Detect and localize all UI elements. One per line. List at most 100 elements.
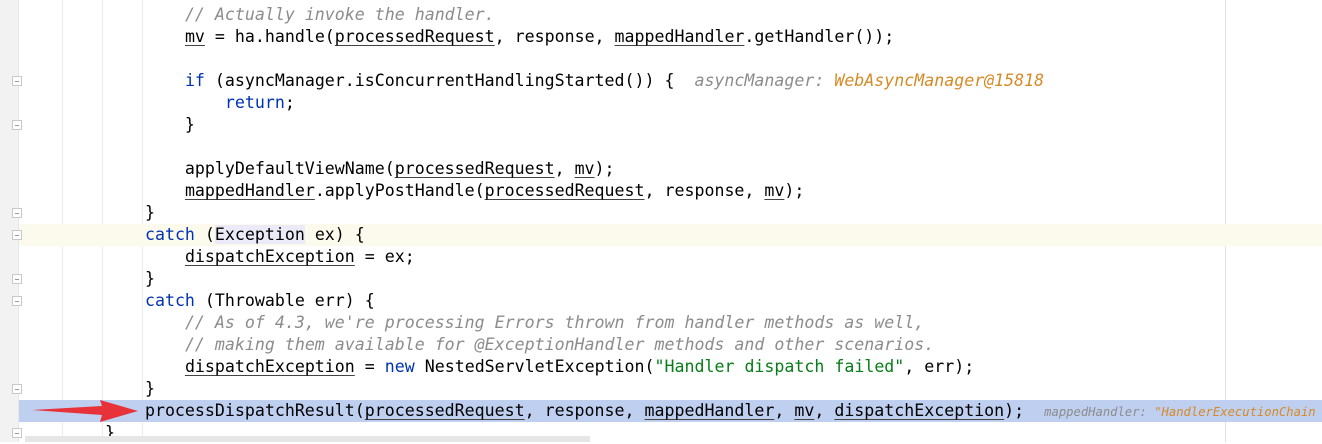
debug-hint-value: WebAsyncManager@15818: [834, 71, 1045, 90]
debug-hint-label: asyncManager:: [694, 71, 835, 90]
code-text: mv = ha.handle(processedRequest, respons…: [105, 26, 894, 48]
code-line[interactable]: catch (Throwable err) {: [19, 290, 1322, 312]
code-token: );: [594, 159, 615, 178]
keyword: return: [224, 93, 285, 112]
code-line[interactable]: }: [19, 114, 1322, 136]
code-token: mv: [184, 27, 205, 46]
code-text: }: [105, 202, 155, 224]
fold-marker-icon[interactable]: [12, 230, 22, 240]
editor-gutter[interactable]: [0, 0, 18, 442]
code-token: NestedServletException(: [414, 357, 655, 376]
code-token: Exception: [214, 225, 305, 244]
code-token: }: [105, 379, 155, 398]
code-text: dispatchException = new NestedServletExc…: [105, 356, 974, 378]
code-line[interactable]: dispatchException = ex;: [19, 246, 1322, 268]
comment: // making them available for @ExceptionH…: [184, 335, 935, 354]
code-token: ,: [554, 159, 575, 178]
code-token: );: [1004, 401, 1045, 420]
code-token: mv: [574, 159, 595, 178]
horizontal-scrollbar[interactable]: [25, 436, 590, 442]
code-text: processDispatchResult(processedRequest, …: [105, 400, 1316, 422]
code-token: = ex;: [354, 247, 415, 266]
code-token: processedRequest: [484, 181, 645, 200]
code-token: processDispatchResult(: [105, 401, 365, 420]
code-line[interactable]: return;: [19, 92, 1322, 114]
code-line[interactable]: [19, 48, 1322, 70]
comment: // Actually invoke the handler.: [184, 5, 495, 24]
code-line[interactable]: [19, 136, 1322, 158]
debug-hint-value: "HandlerExecutionChain: [1154, 405, 1316, 419]
caret-line[interactable]: catch (Exception ex) {: [19, 224, 1322, 246]
code-text: return;: [105, 92, 295, 114]
code-text: mappedHandler.applyPostHandle(processedR…: [105, 180, 804, 202]
fold-marker-icon[interactable]: [12, 274, 22, 284]
code-line[interactable]: // making them available for @ExceptionH…: [19, 334, 1322, 356]
code-token: .applyPostHandle(: [314, 181, 485, 200]
code-line[interactable]: applyDefaultViewName(processedRequest, m…: [19, 158, 1322, 180]
code-token: , response,: [524, 401, 645, 420]
code-line[interactable]: // Actually invoke the handler.: [19, 4, 1322, 26]
code-token: processedRequest: [334, 27, 495, 46]
code-line[interactable]: mv = ha.handle(processedRequest, respons…: [19, 26, 1322, 48]
code-token: dispatchException: [184, 357, 355, 376]
code-line[interactable]: }: [19, 268, 1322, 290]
keyword: if: [184, 71, 205, 90]
code-token: = ha.handle(: [204, 27, 335, 46]
code-token: dispatchException: [184, 247, 355, 266]
string-literal: "Handler dispatch failed": [654, 357, 905, 376]
keyword: new: [384, 357, 415, 376]
code-line[interactable]: // As of 4.3, we're processing Errors th…: [19, 312, 1322, 334]
fold-marker-icon[interactable]: [12, 384, 22, 394]
code-token: mv: [764, 181, 785, 200]
code-token: mappedHandler: [644, 401, 775, 420]
code-text: // As of 4.3, we're processing Errors th…: [105, 312, 924, 334]
code-token: , err);: [904, 357, 975, 376]
fold-marker-icon[interactable]: [12, 208, 22, 218]
fold-marker-icon[interactable]: [12, 428, 22, 438]
fold-marker-icon[interactable]: [12, 76, 22, 86]
code-text: }: [105, 378, 155, 400]
code-line[interactable]: dispatchException = new NestedServletExc…: [19, 356, 1322, 378]
code-line[interactable]: }: [19, 378, 1322, 400]
fold-marker-icon[interactable]: [12, 120, 22, 130]
code-token: .getHandler());: [744, 27, 895, 46]
code-token: );: [784, 181, 805, 200]
keyword: catch: [144, 291, 195, 310]
code-token: ,: [814, 401, 835, 420]
debug-hint-label: mappedHandler:: [1044, 405, 1155, 419]
execution-point-line[interactable]: processDispatchResult(processedRequest, …: [19, 400, 1322, 422]
code-line[interactable]: mappedHandler.applyPostHandle(processedR…: [19, 180, 1322, 202]
comment: // As of 4.3, we're processing Errors th…: [184, 313, 925, 332]
code-token: mappedHandler: [184, 181, 315, 200]
red-arrow-annotation: [32, 400, 138, 422]
code-text: if (asyncManager.isConcurrentHandlingSta…: [105, 70, 1044, 92]
code-token: }: [105, 203, 155, 222]
code-line[interactable]: }: [19, 202, 1322, 224]
code-text: }: [105, 268, 155, 290]
fold-marker-icon[interactable]: [12, 296, 22, 306]
keyword: catch: [144, 225, 195, 244]
code-token: mv: [794, 401, 815, 420]
code-token: (: [194, 225, 215, 244]
code-token: processedRequest: [364, 401, 525, 420]
code-token: , response,: [644, 181, 765, 200]
code-text: dispatchException = ex;: [105, 246, 415, 268]
code-token: }: [105, 269, 155, 288]
code-token: , response,: [494, 27, 615, 46]
code-token: mappedHandler: [614, 27, 745, 46]
code-text: // making them available for @ExceptionH…: [105, 334, 934, 356]
code-text: catch (Throwable err) {: [105, 290, 375, 312]
code-token: dispatchException: [834, 401, 1005, 420]
code-token: (asyncManager.isConcurrentHandlingStarte…: [204, 71, 695, 90]
code-line[interactable]: if (asyncManager.isConcurrentHandlingSta…: [19, 70, 1322, 92]
code-token: ;: [284, 93, 295, 112]
code-token: ,: [774, 401, 795, 420]
